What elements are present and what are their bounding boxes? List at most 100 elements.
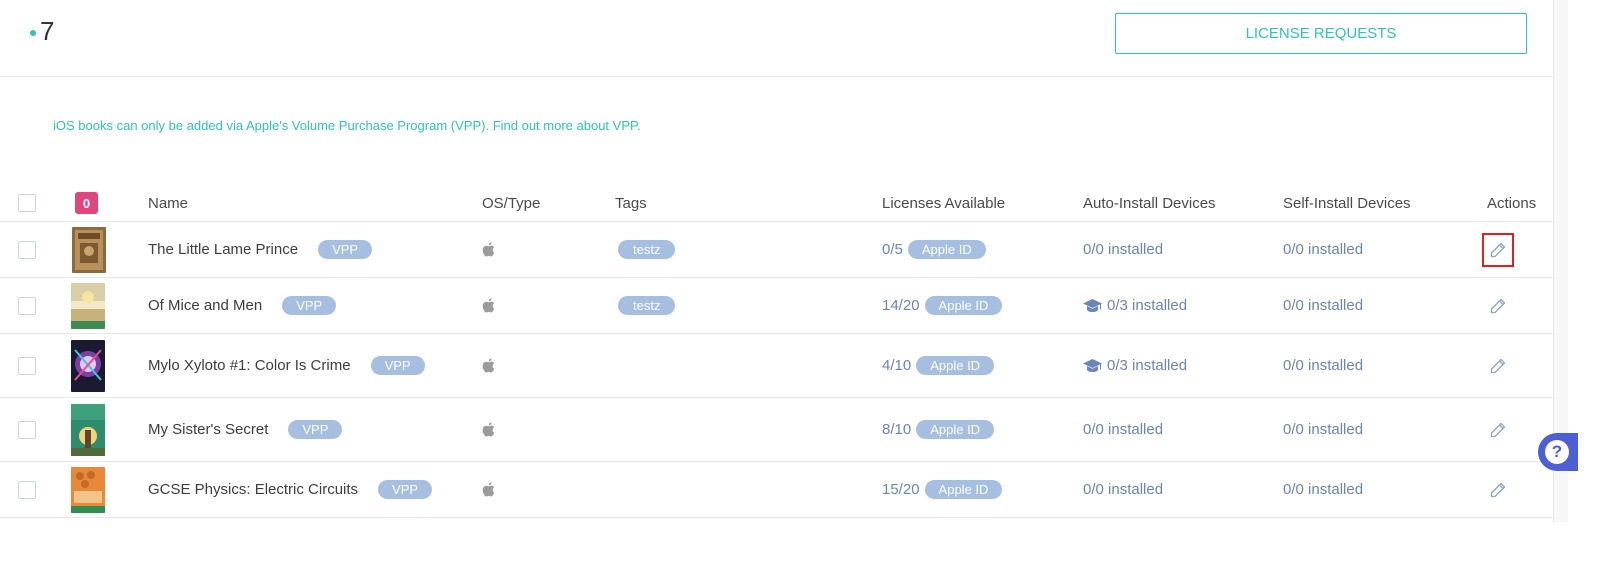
book-name[interactable]: Of Mice and Men [148,297,262,314]
actions-cell [1482,222,1514,277]
self-install-count[interactable]: 0/0 installed [1283,297,1363,314]
table-row[interactable]: My Sister's Secret VPP 8/10 Apple ID 0/0… [0,398,1553,462]
table-row[interactable]: Of Mice and Men VPP testz 14/20 Apple ID… [0,278,1553,334]
book-count: 7 [30,16,54,47]
book-cover-image [72,226,106,273]
auto-install-count[interactable]: 0/3 installed [1107,357,1187,374]
book-name[interactable]: GCSE Physics: Electric Circuits [148,481,358,498]
auto-install-cell: 0/0 installed [1083,222,1163,277]
pencil-icon [1490,242,1506,257]
auto-install-count[interactable]: 0/0 installed [1083,481,1163,498]
auto-install-cell: 0/0 installed [1083,398,1163,461]
licenses-count[interactable]: 8/10 [882,421,911,438]
column-header-tags[interactable]: Tags [615,185,647,221]
row-checkbox[interactable] [18,420,36,439]
os-cell [482,334,495,397]
self-install-cell: 0/0 installed [1283,222,1363,277]
auto-install-count[interactable]: 0/0 installed [1083,241,1163,258]
edit-button[interactable] [1482,349,1514,383]
help-button[interactable]: ? [1538,433,1578,471]
self-install-cell: 0/0 installed [1283,334,1363,397]
row-select-cell [18,222,36,277]
licenses-count[interactable]: 14/20 [882,297,920,314]
licenses-count[interactable]: 4/10 [882,357,911,374]
pencil-icon [1490,298,1506,313]
apple-icon [482,298,495,313]
table-row[interactable]: The Little Lame Prince VPP testz 0/5 App… [0,222,1553,278]
actions-cell [1482,278,1514,333]
row-select-cell [18,334,36,397]
self-install-count[interactable]: 0/0 installed [1283,241,1363,258]
licenses-count[interactable]: 0/5 [882,241,903,258]
apple-icon [482,422,495,437]
edit-button[interactable] [1482,473,1514,507]
licenses-count[interactable]: 15/20 [882,481,920,498]
select-all-cell [18,185,36,221]
table-row[interactable]: GCSE Physics: Electric Circuits VPP 15/2… [0,462,1553,518]
vpp-badge: VPP [378,480,433,499]
graduation-cap-icon [1083,358,1102,372]
column-header-actions: Actions [1487,194,1537,212]
name-cell: GCSE Physics: Electric Circuits VPP [148,462,433,517]
self-install-cell: 0/0 installed [1283,278,1363,333]
column-header-self-install[interactable]: Self-Install Devices [1283,185,1411,221]
edit-button[interactable] [1482,413,1514,447]
pencil-icon [1490,482,1506,497]
name-cell: Mylo Xyloto #1: Color Is Crime VPP [148,334,425,397]
os-cell [482,222,495,277]
book-cover-cell [71,334,105,397]
self-install-count[interactable]: 0/0 installed [1283,421,1363,438]
apple-icon [482,358,495,373]
row-select-cell [18,462,36,517]
column-header-os-type[interactable]: OS/Type [482,185,540,221]
license-requests-button[interactable]: LICENSE REQUESTS [1115,13,1527,54]
row-checkbox[interactable] [18,356,36,375]
question-icon: ? [1545,440,1569,464]
row-checkbox[interactable] [18,240,36,259]
books-page: 7 LICENSE REQUESTS iOS books can only be… [0,0,1553,584]
book-cover-cell [72,222,106,277]
actions-cell [1482,398,1514,461]
column-header-name[interactable]: Name [148,185,188,221]
self-install-count[interactable]: 0/0 installed [1283,481,1363,498]
book-cover-image [71,282,105,329]
row-checkbox[interactable] [18,296,36,315]
os-cell [482,462,495,517]
books-table: 0 Name OS/Type Tags Licenses Available A… [0,185,1553,518]
licenses-cell: 4/10 Apple ID [882,334,995,397]
table-row[interactable]: Mylo Xyloto #1: Color Is Crime VPP 4/10 … [0,334,1553,398]
tags-cell: testz [618,222,676,277]
book-count-number: 7 [40,16,55,46]
tag-badge[interactable]: testz [618,240,676,259]
self-install-count[interactable]: 0/0 installed [1283,357,1363,374]
selected-count-cell: 0 [75,185,98,221]
apple-id-badge: Apple ID [916,420,995,439]
auto-install-count[interactable]: 0/3 installed [1107,297,1187,314]
book-name[interactable]: My Sister's Secret [148,421,268,438]
graduation-cap-icon [1083,298,1102,312]
column-header-licenses[interactable]: Licenses Available [882,185,1005,221]
row-checkbox[interactable] [18,480,36,499]
book-cover-image [71,339,105,392]
column-header-auto-install[interactable]: Auto-Install Devices [1083,185,1216,221]
table-header: 0 Name OS/Type Tags Licenses Available A… [0,185,1553,222]
actions-cell [1482,462,1514,517]
vpp-badge: VPP [288,420,343,439]
pencil-icon [1490,422,1506,437]
vpp-badge: VPP [282,296,337,315]
book-name[interactable]: The Little Lame Prince [148,241,298,258]
apple-id-badge: Apple ID [907,240,986,259]
select-all-checkbox[interactable] [18,194,36,212]
book-name[interactable]: Mylo Xyloto #1: Color Is Crime [148,357,351,374]
edit-button[interactable] [1482,289,1514,323]
vpp-info-link[interactable]: Find out more about VPP. [493,118,641,133]
book-cover-cell [71,398,105,461]
licenses-cell: 0/5 Apple ID [882,222,986,277]
auto-install-count[interactable]: 0/0 installed [1083,421,1163,438]
edit-button[interactable] [1482,232,1514,267]
apple-id-badge: Apple ID [924,480,1003,499]
licenses-cell: 14/20 Apple ID [882,278,1003,333]
tag-badge[interactable]: testz [618,296,676,315]
auto-install-cell: 0/3 installed [1083,334,1187,397]
selected-count-badge: 0 [75,192,98,214]
